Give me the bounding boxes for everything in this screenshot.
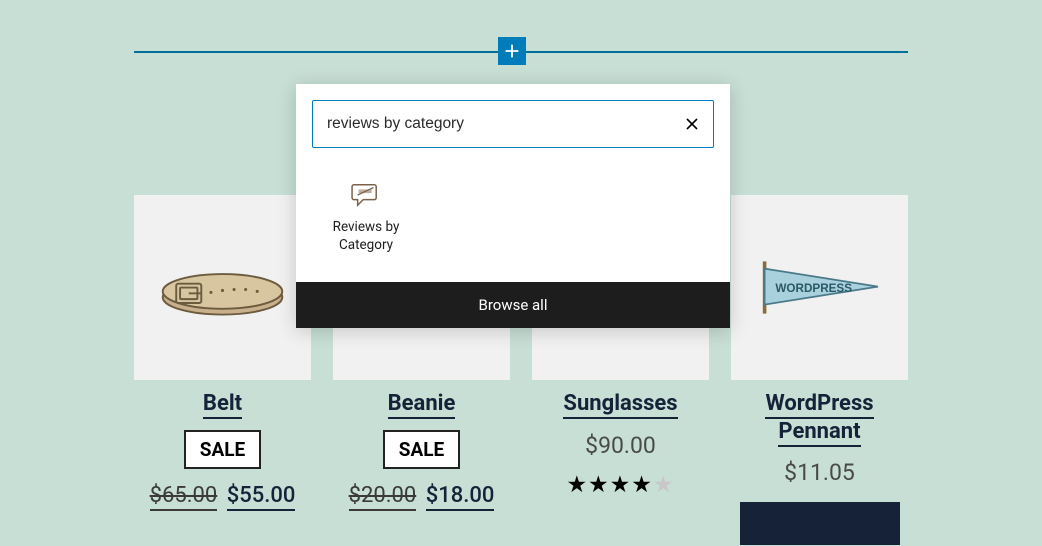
- pennant-icon: WORDPRESS: [752, 256, 887, 319]
- reviews-by-category-icon: [351, 182, 381, 208]
- block-result-label: Reviews by Category: [312, 218, 420, 254]
- svg-text:WORDPRESS: WORDPRESS: [775, 282, 852, 295]
- product-image: [134, 195, 311, 380]
- sale-badge: SALE: [184, 430, 261, 469]
- add-block-button[interactable]: [498, 37, 526, 65]
- belt-icon: [155, 249, 290, 326]
- product-price: $65.00 $55.00: [150, 483, 296, 508]
- block-result-reviews-by-category[interactable]: Reviews by Category: [312, 176, 420, 260]
- clear-search-button[interactable]: [681, 113, 703, 135]
- plus-icon: [501, 40, 523, 62]
- product-price: $11.05: [784, 459, 855, 486]
- product-name[interactable]: Sunglasses: [563, 390, 677, 418]
- close-icon: [684, 116, 700, 132]
- block-inserter-panel: Reviews by Category Browse all: [296, 84, 730, 328]
- product-name[interactable]: Belt: [203, 390, 242, 418]
- product-card[interactable]: WORDPRESS WordPress Pennant $11.05: [731, 195, 908, 545]
- search-input[interactable]: [327, 115, 681, 133]
- product-price: $90.00: [585, 432, 656, 459]
- product-name[interactable]: WordPress Pennant: [731, 390, 908, 445]
- rating-stars: ★★★★★: [566, 471, 674, 498]
- add-to-cart-button[interactable]: [740, 502, 900, 545]
- product-name[interactable]: Beanie: [388, 390, 456, 418]
- product-price: $20.00 $18.00: [349, 483, 495, 508]
- browse-all-button[interactable]: Browse all: [296, 282, 730, 328]
- product-card[interactable]: Belt SALE $65.00 $55.00: [134, 195, 311, 545]
- search-results: Reviews by Category: [296, 168, 730, 282]
- product-image: WORDPRESS: [731, 195, 908, 380]
- sale-badge: SALE: [383, 430, 460, 469]
- search-box: [312, 100, 714, 148]
